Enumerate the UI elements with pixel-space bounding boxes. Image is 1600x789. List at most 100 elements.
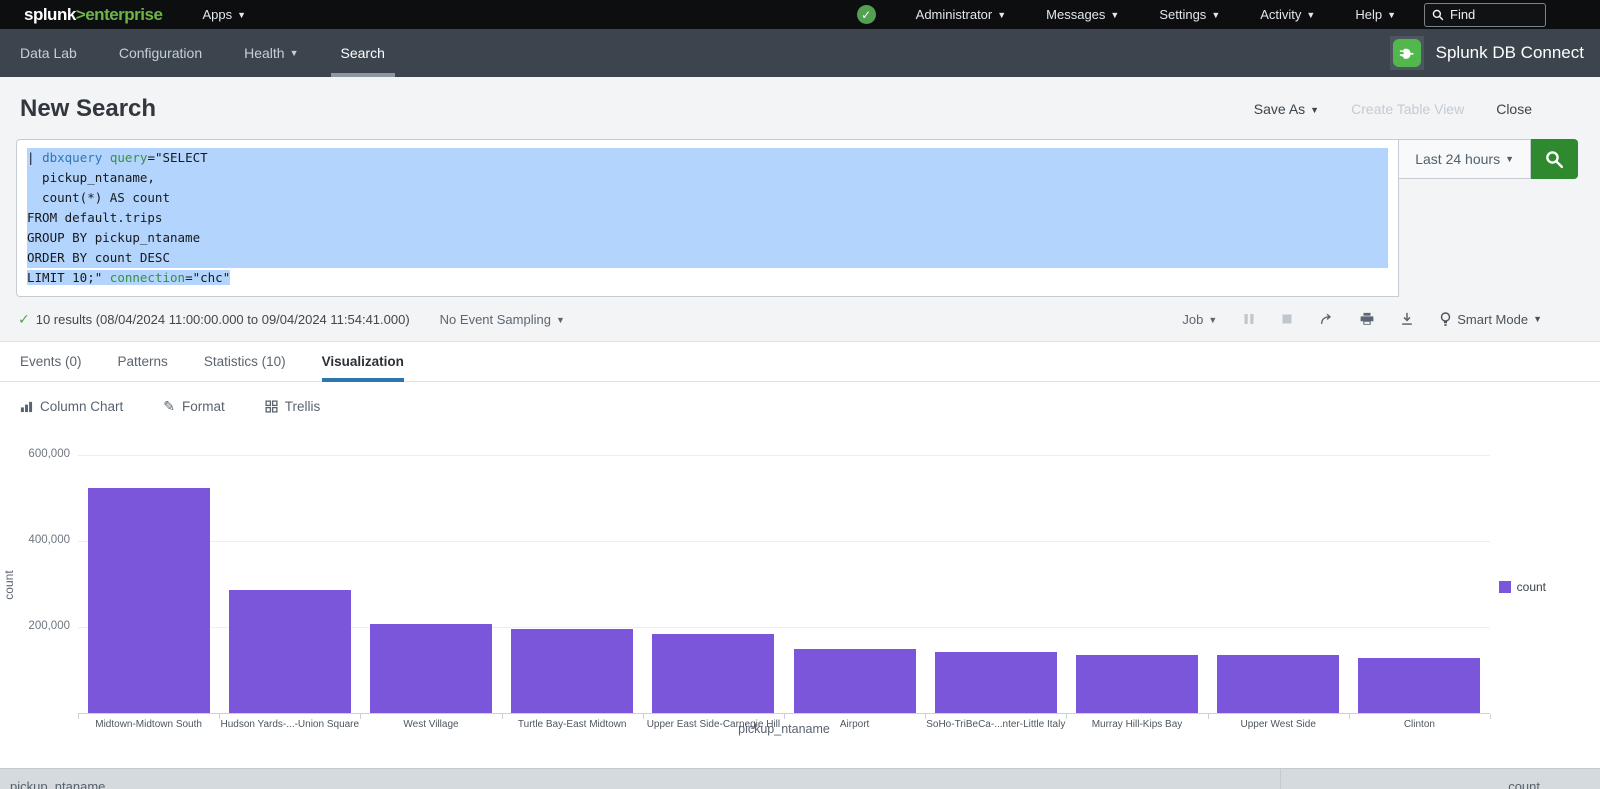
chart-bar[interactable] xyxy=(88,488,210,713)
chart-bar[interactable] xyxy=(794,649,916,713)
trellis-icon xyxy=(265,400,278,413)
chevron-down-icon: ▼ xyxy=(1505,154,1514,164)
nav-item-label: Health xyxy=(244,45,284,61)
tab-visualization[interactable]: Visualization xyxy=(322,342,404,381)
legend-swatch xyxy=(1499,581,1511,593)
category-label: Clinton xyxy=(1349,719,1490,730)
chevron-down-icon: ▼ xyxy=(290,48,299,58)
chart-bar[interactable] xyxy=(370,624,492,713)
nav-item-label: Search xyxy=(341,45,385,61)
smart-mode-label: Smart Mode xyxy=(1457,312,1528,327)
chart-type-label: Column Chart xyxy=(40,399,123,414)
app-title: Splunk DB Connect xyxy=(1436,43,1584,63)
chart-bar[interactable] xyxy=(511,629,633,713)
gridline xyxy=(78,455,1490,456)
help-menu[interactable]: Help▼ xyxy=(1355,7,1396,22)
find-search-box[interactable] xyxy=(1424,3,1546,27)
search-bar-row: | dbxquery query="SELECT pickup_ntaname,… xyxy=(0,137,1600,297)
app-identity[interactable]: Splunk DB Connect xyxy=(1390,36,1584,70)
splunk-logo-suffix: >enterprise xyxy=(76,5,163,24)
lightbulb-icon xyxy=(1440,312,1451,327)
category-label: Airport xyxy=(784,719,925,730)
pause-icon xyxy=(1243,313,1255,325)
category-label: SoHo-TriBeCa-...nter-Little Italy xyxy=(925,719,1066,730)
trellis-label: Trellis xyxy=(285,399,321,414)
category-label: Turtle Bay-East Midtown xyxy=(502,719,643,730)
time-range-label: Last 24 hours xyxy=(1415,151,1500,167)
nav-item-label: Configuration xyxy=(119,45,202,61)
apps-menu[interactable]: Apps▼ xyxy=(202,7,246,22)
nav-item-data-lab[interactable]: Data Lab xyxy=(20,29,77,77)
tab-statistics[interactable]: Statistics (10) xyxy=(204,342,286,381)
chevron-down-icon: ▼ xyxy=(1110,10,1119,20)
create-table-view-button: Create Table View xyxy=(1351,101,1464,117)
category-label: Midtown-Midtown South xyxy=(78,719,219,730)
chart-bar[interactable] xyxy=(1358,658,1480,713)
tab-events[interactable]: Events (0) xyxy=(20,342,82,381)
stop-button[interactable] xyxy=(1281,313,1293,325)
share-button[interactable] xyxy=(1319,312,1334,326)
y-tick-label: 600,000 xyxy=(0,448,70,460)
administrator-menu[interactable]: Administrator▼ xyxy=(916,7,1007,22)
find-input[interactable] xyxy=(1450,7,1538,22)
tab-patterns[interactable]: Patterns xyxy=(118,342,168,381)
save-as-button[interactable]: Save As ▼ xyxy=(1254,101,1319,117)
chart-legend[interactable]: count xyxy=(1499,580,1546,594)
query-line: ORDER BY count DESC xyxy=(27,248,1388,268)
nav-item-health[interactable]: Health ▼ xyxy=(244,29,298,77)
settings-menu[interactable]: Settings ▼ xyxy=(1159,7,1220,22)
query-line: | dbxquery query="SELECT xyxy=(27,148,1388,168)
settings-menu-label: Settings xyxy=(1159,7,1206,22)
query-line: FROM default.trips xyxy=(27,208,1388,228)
print-button[interactable] xyxy=(1360,312,1374,326)
activity-menu[interactable]: Activity▼ xyxy=(1260,7,1315,22)
nav-item-configuration[interactable]: Configuration xyxy=(119,29,202,77)
search-query-input[interactable]: | dbxquery query="SELECT pickup_ntaname,… xyxy=(16,139,1399,297)
chart-bar[interactable] xyxy=(652,634,774,713)
plug-icon xyxy=(1393,39,1421,67)
legend-label: count xyxy=(1517,580,1546,594)
save-as-label: Save As xyxy=(1254,101,1305,117)
check-circle-icon[interactable]: ✓ xyxy=(857,5,876,24)
nav-item-search[interactable]: Search xyxy=(341,29,385,77)
job-menu[interactable]: Job▼ xyxy=(1182,312,1217,327)
trellis-button[interactable]: Trellis xyxy=(265,399,321,414)
visualization-toolbar: Column Chart ✎ Format Trellis xyxy=(0,382,1600,430)
category-label: West Village xyxy=(360,719,501,730)
chevron-down-icon: ▼ xyxy=(1310,105,1319,115)
stop-icon xyxy=(1281,313,1293,325)
chart-bar[interactable] xyxy=(1217,655,1339,713)
format-button[interactable]: ✎ Format xyxy=(163,398,225,415)
pause-button[interactable] xyxy=(1243,313,1255,325)
time-range-picker[interactable]: Last 24 hours ▼ xyxy=(1399,139,1531,179)
smart-mode-button[interactable]: Smart Mode ▼ xyxy=(1440,312,1542,327)
column-header-count[interactable]: count xyxy=(1280,769,1600,789)
export-button[interactable] xyxy=(1400,312,1414,326)
event-sampling-dropdown[interactable]: No Event Sampling▼ xyxy=(440,312,565,327)
results-bar: ✓ 10 results (08/04/2024 11:00:00.000 to… xyxy=(0,297,1600,341)
help-menu-label: Help xyxy=(1355,7,1382,22)
category-label: Upper East Side-Carnegie Hill xyxy=(643,719,784,730)
page-header: New Search Save As▼ Create Table View Cl… xyxy=(0,77,1600,137)
column-chart-icon xyxy=(20,400,33,413)
close-button[interactable]: Close xyxy=(1496,101,1532,117)
messages-menu[interactable]: Messages ▼ xyxy=(1046,7,1119,22)
column-header-pickup-ntaname[interactable]: pickup_ntaname xyxy=(0,769,1280,789)
chevron-down-icon: ▼ xyxy=(1211,10,1220,20)
messages-menu-label: Messages xyxy=(1046,7,1105,22)
print-icon xyxy=(1360,312,1374,326)
chart-bar[interactable] xyxy=(1076,655,1198,713)
app-nav-bar: Data Lab Configuration Health ▼ Search Sp… xyxy=(0,29,1600,77)
chart-bar[interactable] xyxy=(229,590,351,713)
y-tick-label: 200,000 xyxy=(0,620,70,632)
chart-type-button[interactable]: Column Chart xyxy=(20,399,123,414)
chevron-down-icon: ▼ xyxy=(997,10,1006,20)
search-submit-button[interactable] xyxy=(1531,139,1578,179)
search-icon xyxy=(1432,9,1444,21)
chart-bar[interactable] xyxy=(935,652,1057,713)
splunk-logo[interactable]: splunk>enterprise xyxy=(24,5,162,25)
chevron-down-icon: ▼ xyxy=(1533,314,1542,324)
splunk-logo-brand: splunk xyxy=(24,5,76,24)
query-line: GROUP BY pickup_ntaname xyxy=(27,228,1388,248)
results-tabs: Events (0) Patterns Statistics (10) Visu… xyxy=(0,341,1600,382)
